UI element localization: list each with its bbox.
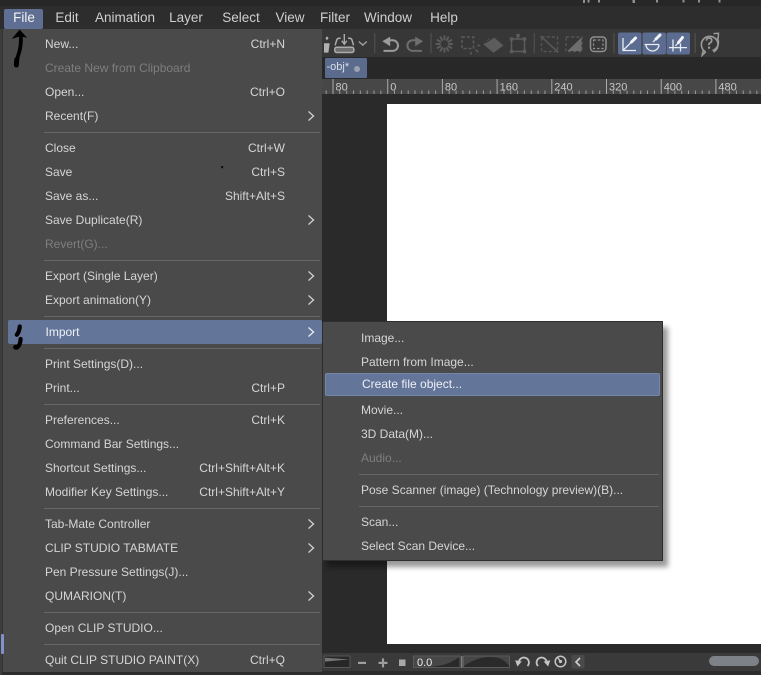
svg-text:0: 0 (390, 81, 396, 93)
svg-text:80: 80 (445, 81, 457, 93)
svg-text:320: 320 (609, 81, 627, 93)
svg-text:400: 400 (664, 81, 682, 93)
svg-text:160: 160 (500, 81, 518, 93)
svg-text:480: 480 (718, 81, 736, 93)
svg-text:80: 80 (336, 81, 348, 93)
svg-text:240: 240 (554, 81, 572, 93)
svg-text:0.0: 0.0 (417, 657, 432, 669)
